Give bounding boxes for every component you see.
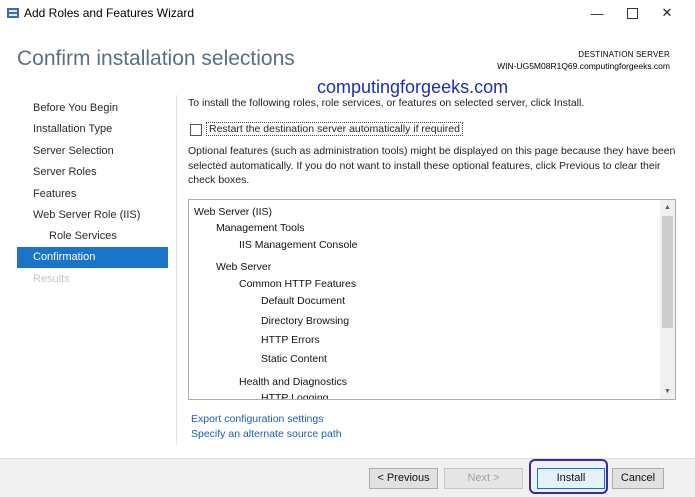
nav-item-confirmation-label: Confirmation [33,251,96,263]
list-item: Directory Browsing [261,315,350,327]
nav-item-role-services[interactable]: Role Services [49,230,117,242]
list-item: HTTP Logging [261,392,329,400]
list-item: HTTP Errors [261,334,320,346]
list-item: Default Document [261,295,346,307]
next-button: Next > [444,468,523,489]
list-item: Web Server (IIS) [194,206,272,218]
maximize-button[interactable] [615,0,649,26]
nav-item-server-selection[interactable]: Server Selection [33,145,114,157]
cancel-button[interactable]: Cancel [612,468,664,489]
nav-item-server-roles[interactable]: Server Roles [33,166,97,178]
scroll-down-arrow-icon[interactable]: ▼ [660,384,675,399]
optional-features-note: Optional features (such as administratio… [188,145,676,186]
close-button[interactable]: ✕ [650,0,684,26]
destination-server-value: WIN-UG5M08R1Q69.computingforgeeks.com [497,61,670,71]
selections-list[interactable]: Web Server (IIS) Management Tools IIS Ma… [188,199,676,400]
maximize-icon [626,7,638,19]
nav-item-results: Results [33,273,70,285]
nav-item-before-you-begin[interactable]: Before You Begin [33,102,118,114]
list-item: Web Server [216,261,272,273]
list-item: Health and Diagnostics [239,376,347,388]
list-item: Management Tools [216,222,305,234]
scrollbar-thumb[interactable] [662,216,673,328]
list-item: Static Content [261,353,327,365]
previous-button[interactable]: < Previous [369,468,438,489]
page-title: Confirm installation selections [17,47,295,70]
nav-item-installation-type[interactable]: Installation Type [33,123,112,135]
window-title: Add Roles and Features Wizard [24,6,195,20]
minimize-button[interactable]: — [580,0,614,26]
restart-checkbox-label[interactable]: Restart the destination server automatic… [206,122,463,136]
nav-item-web-server-role[interactable]: Web Server Role (IIS) [33,209,140,221]
list-item: IIS Management Console [239,239,358,251]
list-item: Common HTTP Features [239,278,357,290]
install-highlight-annotation [529,459,608,494]
intro-text: To install the following roles, role ser… [188,97,585,109]
scroll-up-arrow-icon[interactable]: ▲ [660,200,675,215]
watermark-text: computingforgeeks.com [317,77,509,97]
alternate-source-link[interactable]: Specify an alternate source path [191,428,342,440]
nav-divider [176,95,177,445]
nav-item-features[interactable]: Features [33,188,76,200]
server-manager-icon [7,8,19,18]
restart-checkbox[interactable] [190,124,202,136]
list-scrollbar[interactable]: ▲ ▼ [660,200,675,399]
export-configuration-link[interactable]: Export configuration settings [191,413,324,425]
destination-server-label: DESTINATION SERVER [578,50,670,59]
